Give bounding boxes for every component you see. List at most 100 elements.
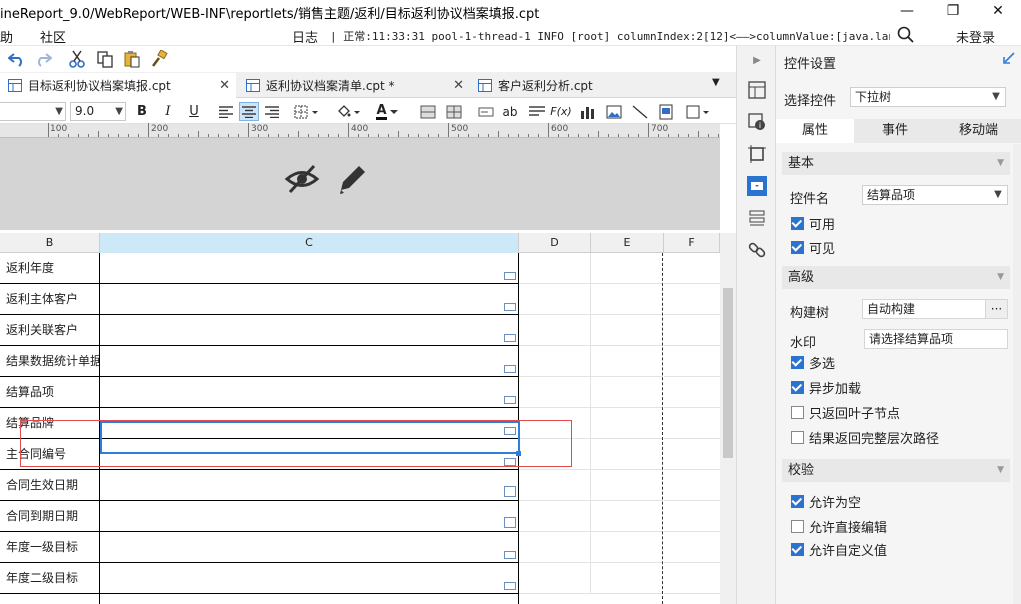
- multi-select-checkbox[interactable]: 多选: [791, 353, 835, 372]
- cell-widget[interactable]: [100, 563, 519, 594]
- section-basic[interactable]: 基本 ▼: [782, 152, 1010, 175]
- tab-customer-analysis[interactable]: 客户返利分析.cpt: [470, 73, 670, 98]
- cell-empty[interactable]: [664, 563, 720, 594]
- cell-label[interactable]: 结算品项: [0, 377, 100, 408]
- cell-empty[interactable]: [591, 501, 663, 532]
- cell-empty[interactable]: [519, 501, 591, 532]
- cell-empty[interactable]: [664, 470, 720, 501]
- cell-widget[interactable]: [100, 470, 519, 501]
- column-header-e[interactable]: E: [591, 233, 664, 253]
- allow-empty-checkbox[interactable]: 允许为空: [791, 492, 861, 511]
- menu-help[interactable]: 助: [0, 27, 13, 46]
- cell-label[interactable]: 返利关联客户: [0, 315, 100, 346]
- widget-settings-icon[interactable]: [747, 176, 767, 196]
- cut-icon[interactable]: [66, 49, 88, 69]
- cell-element-icon[interactable]: i: [747, 112, 767, 132]
- align-left-icon[interactable]: [216, 102, 236, 121]
- cell-empty[interactable]: [519, 377, 591, 408]
- cell-label[interactable]: 年度一级目标: [0, 532, 100, 563]
- cell-empty[interactable]: [664, 532, 720, 563]
- cell-empty[interactable]: [591, 408, 663, 439]
- split-cells-icon[interactable]: [444, 102, 464, 121]
- cell-empty[interactable]: [591, 532, 663, 563]
- font-size-select[interactable]: 9.0 ▼: [70, 102, 126, 121]
- cell-empty[interactable]: [519, 284, 591, 315]
- cell-empty[interactable]: [591, 284, 663, 315]
- undo-icon[interactable]: [6, 49, 28, 69]
- chart-icon[interactable]: [578, 102, 598, 121]
- minimize-button[interactable]: —: [884, 0, 930, 24]
- cell-empty[interactable]: [664, 439, 720, 470]
- grid-vertical-scrollbar[interactable]: [720, 233, 736, 604]
- copy-icon[interactable]: [94, 49, 116, 69]
- cell-attributes-icon[interactable]: [747, 80, 767, 100]
- leaf-only-checkbox[interactable]: 只返回叶子节点: [791, 403, 900, 422]
- cell-empty[interactable]: [519, 470, 591, 501]
- cell-widget[interactable]: [100, 253, 519, 284]
- insert-more-icon[interactable]: [684, 102, 714, 121]
- cell-label[interactable]: 返利主体客户: [0, 284, 100, 315]
- text-area-icon[interactable]: [527, 102, 547, 121]
- scrollbar-thumb[interactable]: [723, 288, 733, 458]
- merge-cells-icon[interactable]: [418, 102, 438, 121]
- cell-empty[interactable]: [591, 346, 663, 377]
- async-load-checkbox[interactable]: 异步加载: [791, 378, 861, 397]
- build-tree-ellipsis-button[interactable]: ···: [985, 300, 1007, 318]
- cell-empty[interactable]: [591, 377, 663, 408]
- cell-empty[interactable]: [664, 346, 720, 377]
- italic-button[interactable]: I: [158, 102, 178, 121]
- cell-empty[interactable]: [591, 253, 663, 284]
- border-icon[interactable]: [292, 102, 322, 121]
- cell-widget[interactable]: [100, 346, 519, 377]
- full-path-checkbox[interactable]: 结果返回完整层次路径: [791, 428, 939, 447]
- cell-widget[interactable]: [100, 284, 519, 315]
- expand-panel-icon[interactable]: ▶: [747, 50, 767, 70]
- column-header-b[interactable]: B: [0, 233, 100, 253]
- tab-properties[interactable]: 属性: [776, 119, 854, 143]
- sub-report-icon[interactable]: [656, 102, 676, 121]
- cell-empty[interactable]: [519, 563, 591, 594]
- bold-button[interactable]: B: [132, 102, 152, 121]
- cell-empty[interactable]: [591, 315, 663, 346]
- cell-empty[interactable]: [519, 532, 591, 563]
- visible-checkbox[interactable]: 可见: [791, 238, 835, 257]
- cell-label[interactable]: 合同到期日期: [0, 501, 100, 532]
- cell-widget[interactable]: [100, 501, 519, 532]
- tab-close-icon[interactable]: ✕: [453, 78, 464, 93]
- image-icon[interactable]: [604, 102, 624, 121]
- label-widget-button[interactable]: ab: [500, 102, 520, 121]
- redo-icon[interactable]: [32, 49, 54, 69]
- cell-label[interactable]: 合同生效日期: [0, 470, 100, 501]
- cell-empty[interactable]: [519, 253, 591, 284]
- format-painter-icon[interactable]: [148, 49, 170, 69]
- formula-button[interactable]: F(x): [550, 102, 571, 121]
- cell-border-icon[interactable]: [747, 144, 767, 164]
- column-header-d[interactable]: D: [519, 233, 591, 253]
- font-color-button[interactable]: A: [372, 102, 402, 121]
- tab-rebate-list[interactable]: 返利协议档案清单.cpt * ✕: [238, 73, 470, 98]
- log-link[interactable]: 日志: [292, 27, 318, 46]
- search-icon[interactable]: [896, 25, 916, 45]
- cell-widget[interactable]: [100, 377, 519, 408]
- build-tree-field[interactable]: 自动构建 ···: [862, 299, 1008, 319]
- tab-target-rebate[interactable]: 目标返利协议档案填报.cpt ✕: [0, 73, 236, 98]
- section-validate[interactable]: 校验 ▼: [782, 459, 1010, 482]
- cell-empty[interactable]: [664, 501, 720, 532]
- cell-label[interactable]: 结果数据统计单据: [0, 346, 100, 377]
- enabled-checkbox[interactable]: 可用: [791, 214, 835, 233]
- tab-close-icon[interactable]: ✕: [219, 78, 230, 93]
- cell-empty[interactable]: [664, 315, 720, 346]
- panel-vertical-scrollbar[interactable]: [1013, 144, 1021, 604]
- slash-line-icon[interactable]: [630, 102, 650, 121]
- cell-widget[interactable]: [100, 532, 519, 563]
- paste-icon[interactable]: [121, 49, 143, 69]
- column-header-c[interactable]: C: [100, 233, 519, 253]
- cell-empty[interactable]: [591, 439, 663, 470]
- choose-widget-select[interactable]: 下拉树 ▼: [850, 87, 1006, 107]
- allow-custom-checkbox[interactable]: 允许自定义值: [791, 540, 887, 559]
- maximize-button[interactable]: ❐: [930, 0, 976, 24]
- cell-empty[interactable]: [591, 563, 663, 594]
- allow-edit-checkbox[interactable]: 允许直接编辑: [791, 517, 887, 536]
- collapse-panel-icon[interactable]: [1003, 52, 1015, 67]
- cell-widget[interactable]: [100, 315, 519, 346]
